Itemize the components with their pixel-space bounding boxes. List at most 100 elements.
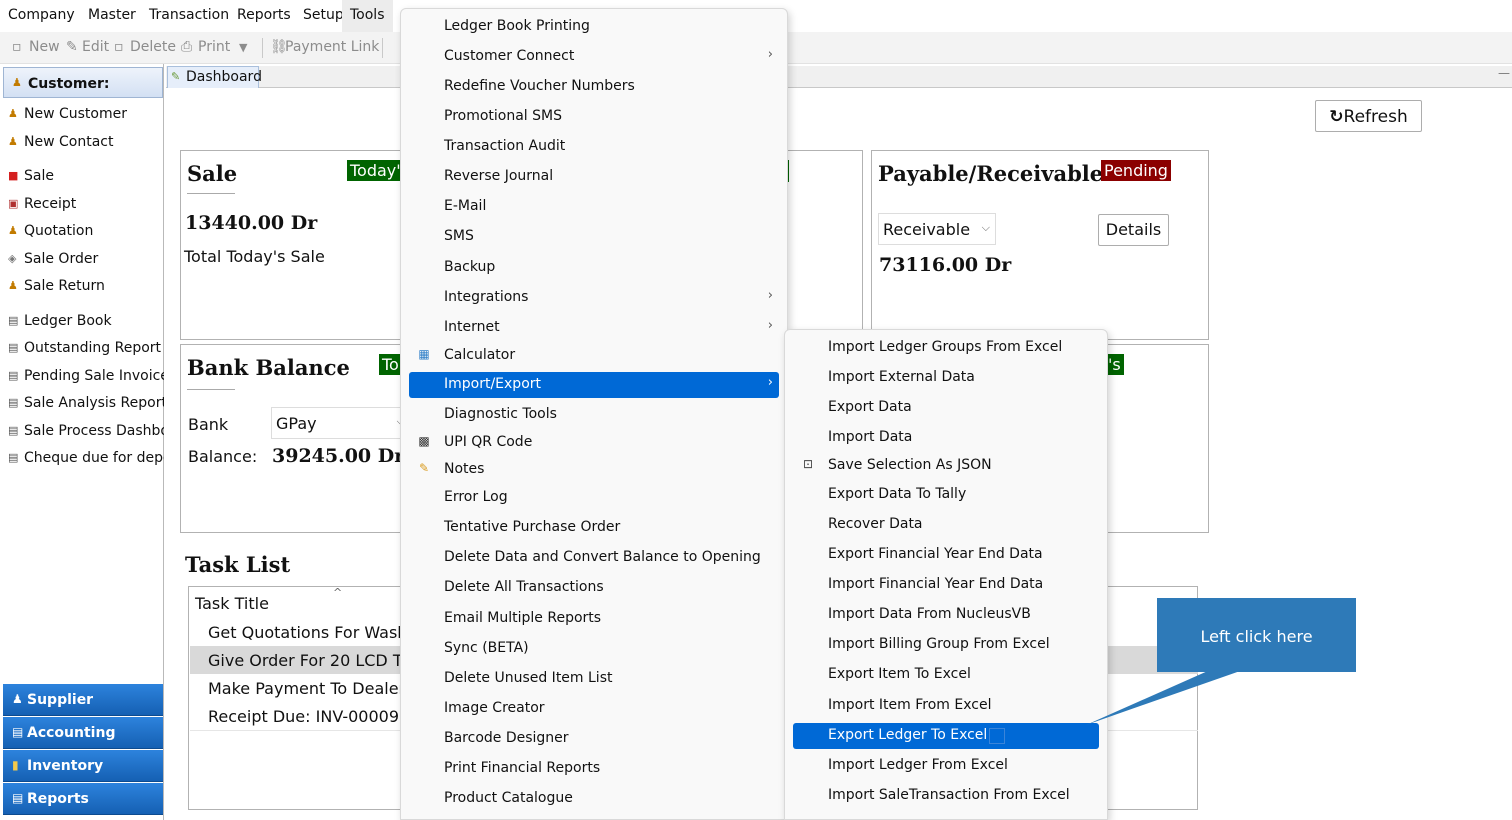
menu-item-internet[interactable]: Internet › [409, 315, 779, 341]
submenu-item-import-billing-group[interactable]: Import Billing Group From Excel [793, 632, 1099, 658]
tab-dashboard[interactable]: ✎ Dashboard [167, 66, 262, 88]
menu-tools[interactable]: Tools [342, 0, 393, 32]
submenu-item-export-fy-end-data[interactable]: Export Financial Year End Data [793, 542, 1099, 568]
menu-item-label: Error Log [444, 489, 508, 505]
report-icon: ▤ [8, 396, 19, 409]
submenu-item-recover-data[interactable]: Recover Data [793, 512, 1099, 538]
sidebar-section-supplier[interactable]: ♟ Supplier [3, 684, 163, 716]
chevron-down-icon: ⌵ [981, 221, 990, 234]
menu-item-sms[interactable]: SMS [409, 224, 779, 250]
report-icon: ▤ [8, 314, 19, 327]
menu-item-diagnostic-tools[interactable]: Diagnostic Tools [409, 402, 779, 428]
menu-item-import-export[interactable]: Import/Export › [409, 372, 779, 398]
submenu-item-save-selection-json[interactable]: ⊡ Save Selection As JSON [793, 453, 1099, 479]
print-dropdown-icon[interactable]: ▼ [239, 41, 247, 54]
sidebar-section-inventory[interactable]: ▮ Inventory [3, 750, 163, 782]
print-button[interactable]: Print [198, 39, 230, 55]
new-button[interactable]: New [29, 39, 60, 55]
sidebar-item-pending-sale-invoices[interactable]: ▤ Pending Sale Invoices [8, 368, 164, 384]
menu-item-email-multiple-reports[interactable]: Email Multiple Reports [409, 606, 779, 632]
sort-ascending-icon: ^ [333, 586, 343, 599]
refresh-label: Refresh [1343, 107, 1408, 127]
menu-item-error-log[interactable]: Error Log [409, 485, 779, 511]
sidebar-item-outstanding-report[interactable]: ▤ Outstanding Report [8, 340, 164, 356]
submenu-item-export-data-tally[interactable]: Export Data To Tally [793, 482, 1099, 508]
menu-item-label: Transaction Audit [444, 138, 566, 154]
payable-amount: 73116.00 Dr [879, 254, 1012, 276]
menu-item-integrations[interactable]: Integrations › [409, 285, 779, 311]
menu-item-image-creator[interactable]: Image Creator [409, 696, 779, 722]
sidebar-item-new-contact[interactable]: ♟ New Contact [8, 134, 164, 150]
menu-item-label: Export Data To Tally [828, 486, 967, 502]
menu-item-notes[interactable]: ✎ Notes [409, 457, 779, 483]
menu-item-redefine-voucher-numbers[interactable]: Redefine Voucher Numbers [409, 74, 779, 100]
sidebar-header-customer[interactable]: ♟ Customer: [3, 67, 163, 98]
menu-item-label: Print Financial Reports [444, 760, 601, 776]
submenu-item-import-data[interactable]: Import Data [793, 425, 1099, 451]
sidebar-item-ledger-book[interactable]: ▤ Ledger Book [8, 313, 164, 329]
minimize-icon[interactable]: — [1498, 66, 1510, 80]
sidebar-section-reports[interactable]: ▤ Reports [3, 783, 163, 815]
receivable-dropdown[interactable]: Receivable ⌵ [878, 213, 996, 245]
menu-reports[interactable]: Reports [237, 7, 291, 23]
user-icon: ♟ [8, 279, 18, 292]
menu-item-ledger-book-printing[interactable]: Ledger Book Printing [409, 14, 779, 40]
submenu-item-import-fy-end-data[interactable]: Import Financial Year End Data [793, 572, 1099, 598]
menu-item-product-catalogue[interactable]: Product Catalogue [409, 786, 779, 812]
submenu-item-import-external-data[interactable]: Import External Data [793, 365, 1099, 391]
menu-transaction[interactable]: Transaction [149, 7, 229, 23]
menu-item-upi-qr-code[interactable]: ▩ UPI QR Code [409, 430, 779, 456]
menu-item-delete-unused-item-list[interactable]: Delete Unused Item List [409, 666, 779, 692]
submenu-item-import-item-excel[interactable]: Import Item From Excel [793, 693, 1099, 719]
submenu-item-export-data[interactable]: Export Data [793, 395, 1099, 421]
submenu-item-export-item-excel[interactable]: Export Item To Excel [793, 662, 1099, 688]
bank-select[interactable]: GPay ⌵ [271, 407, 411, 439]
menu-setup[interactable]: Setup [303, 7, 344, 23]
sidebar-item-label: New Contact [24, 134, 114, 150]
menu-item-label: Email Multiple Reports [444, 610, 602, 626]
submenu-item-import-ledger-groups[interactable]: Import Ledger Groups From Excel [793, 335, 1099, 361]
menu-item-promotional-sms[interactable]: Promotional SMS [409, 104, 779, 130]
column-header-label: Task Title [195, 594, 269, 613]
menu-item-email[interactable]: E-Mail [409, 194, 779, 220]
payment-link-button[interactable]: Payment Link [285, 39, 379, 55]
chevron-right-icon: › [767, 375, 773, 390]
sidebar-section-accounting[interactable]: ▤ Accounting [3, 717, 163, 749]
sidebar-item-cheque-due[interactable]: ▤ Cheque due for depos [8, 450, 164, 466]
sidebar-item-quotation[interactable]: ♟ Quotation [8, 223, 164, 239]
menu-item-backup[interactable]: Backup [409, 255, 779, 281]
delete-button[interactable]: Delete [130, 39, 176, 55]
menu-item-calculator[interactable]: ▦ Calculator [409, 343, 779, 369]
sidebar-item-sale-process-dashboard[interactable]: ▤ Sale Process Dashboa [8, 423, 164, 439]
menu-item-tentative-purchase-order[interactable]: Tentative Purchase Order [409, 515, 779, 541]
menu-item-label: Customer Connect [444, 48, 575, 64]
menu-item-delete-all-transactions[interactable]: Delete All Transactions [409, 575, 779, 601]
details-button[interactable]: Details [1098, 214, 1169, 246]
submenu-item-export-ledger-excel[interactable]: Export Ledger To Excel [793, 723, 1099, 749]
menu-item-sync-beta[interactable]: Sync (BETA) [409, 636, 779, 662]
edit-button[interactable]: Edit [82, 39, 109, 55]
menu-item-delete-data-convert-balance[interactable]: Delete Data and Convert Balance to Openi… [409, 545, 779, 571]
menu-master[interactable]: Master [88, 7, 136, 23]
submenu-item-import-nucleusvb[interactable]: Import Data From NucleusVB [793, 602, 1099, 628]
menu-item-print-financial-reports[interactable]: Print Financial Reports [409, 756, 779, 782]
refresh-button[interactable]: ↻Refresh [1315, 100, 1422, 132]
sidebar-item-label: Sale Process Dashboa [24, 423, 164, 439]
receipt-icon: ▣ [8, 197, 19, 210]
menu-company[interactable]: Company [8, 7, 75, 23]
sidebar-item-sale-order[interactable]: ◈ Sale Order [8, 251, 164, 267]
submenu-item-import-ledger-excel[interactable]: Import Ledger From Excel [793, 753, 1099, 779]
sidebar-item-sale[interactable]: ■ Sale [8, 168, 164, 184]
chevron-right-icon: › [767, 288, 773, 303]
notes-icon: ✎ [418, 461, 430, 475]
sidebar-item-sale-analysis-report[interactable]: ▤ Sale Analysis Report [8, 395, 164, 411]
menu-item-barcode-designer[interactable]: Barcode Designer [409, 726, 779, 752]
menu-item-reverse-journal[interactable]: Reverse Journal [409, 164, 779, 190]
menu-item-transaction-audit[interactable]: Transaction Audit [409, 134, 779, 160]
submenu-item-import-sale-transaction-excel[interactable]: Import SaleTransaction From Excel [793, 783, 1099, 809]
menu-item-customer-connect[interactable]: Customer Connect › [409, 44, 779, 70]
sidebar-item-receipt[interactable]: ▣ Receipt [8, 196, 164, 212]
menu-item-label: Internet [444, 319, 500, 335]
sidebar-item-sale-return[interactable]: ♟ Sale Return [8, 278, 164, 294]
sidebar-item-new-customer[interactable]: ♟ New Customer [8, 106, 164, 122]
